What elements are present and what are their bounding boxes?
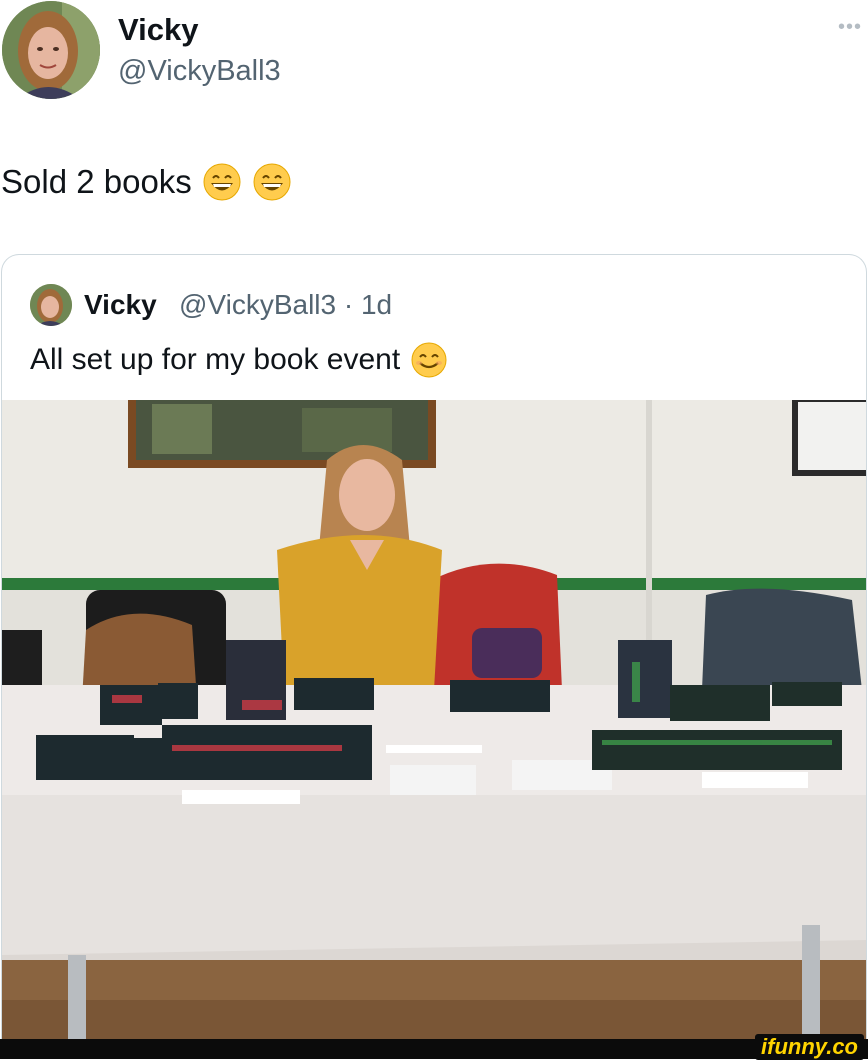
quoted-author-display-name[interactable]: Vicky [84, 287, 157, 323]
quoted-post-text-row: All set up for my book event [30, 339, 448, 381]
author-display-name[interactable]: Vicky [118, 12, 198, 48]
book-event-photo[interactable] [2, 400, 867, 1045]
grinning-face-icon [253, 163, 291, 201]
ifunny-watermark: ifunny.co [755, 1034, 864, 1060]
quoted-post-text: All set up for my book event [30, 343, 401, 376]
quoted-author-meta: @VickyBall3 · 1d [179, 289, 393, 320]
avatar-image [2, 1, 100, 99]
post-text: Sold 2 books [1, 163, 192, 200]
author-handle[interactable]: @VickyBall3 [118, 53, 281, 89]
avatar-image [30, 284, 72, 326]
post-text-row: Sold 2 books [1, 160, 292, 204]
more-horizontal-icon[interactable]: ••• [838, 15, 862, 39]
watermark-bar [0, 1039, 868, 1059]
grinning-face-icon [203, 163, 241, 201]
author-avatar[interactable] [2, 1, 100, 99]
quoted-author-avatar[interactable] [30, 284, 72, 326]
smiling-face-icon [411, 342, 447, 378]
quoted-post-card[interactable]: Vicky @VickyBall3 · 1d All set up for my… [1, 254, 867, 1045]
post-header: Vicky @VickyBall3 ••• [0, 0, 868, 110]
